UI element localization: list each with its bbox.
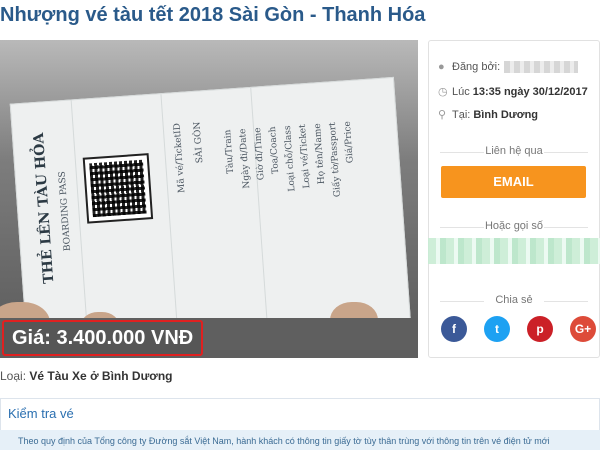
listing-photo[interactable]: THẺ LÊN TÀU HỎA BOARDING PASS Mã vé/Tick… [0,40,418,358]
email-button[interactable]: EMAIL [441,166,586,198]
category-prefix: Loại: [0,369,27,383]
price-label: Giá: 3.400.000 VNĐ [2,320,204,356]
check-ticket-note: Theo quy định của Tổng công ty Đường sắt… [0,430,600,450]
share-heading: Chia sẻ [428,294,600,306]
share-buttons: f t p G+ [441,316,596,342]
time-label: Lúc [452,85,470,98]
category-line: Loại: Vé Tàu Xe ở Bình Dương [0,369,172,383]
contact-heading: Liên hệ qua [428,145,600,157]
posted-by-label: Đăng bởi: [452,61,501,73]
category-link[interactable]: Vé Tàu Xe ở Bình Dương [29,369,172,383]
call-heading: Hoặc gọi số [428,220,600,232]
clock-icon: ◷ [438,86,448,98]
time-row: ◷ Lúc 13:35 ngày 30/12/2017 [438,85,588,99]
ticket-subtitle: BOARDING PASS [57,170,74,252]
phone-number-blurred[interactable] [428,238,600,264]
pinterest-share-button[interactable]: p [527,316,553,342]
posted-by-row: ● Đăng bởi: [438,61,579,73]
user-icon: ● [438,61,445,73]
time-value: 13:35 ngày 30/12/2017 [472,85,588,98]
location-value: Bình Dương [473,108,539,121]
location-label: Tại: [452,108,471,121]
qr-code-icon [82,153,154,224]
location-row: ⚲ Tại: Bình Dương [438,108,539,122]
check-ticket-title: Kiểm tra vé [8,406,74,421]
ticket-title: THẺ LÊN TÀU HỎA [30,132,58,285]
google-plus-share-button[interactable]: G+ [570,316,596,342]
page-title: Nhượng vé tàu tết 2018 Sài Gòn - Thanh H… [0,4,426,26]
facebook-share-button[interactable]: f [441,316,467,342]
map-pin-icon: ⚲ [438,109,447,121]
posted-by-name-blurred [504,61,579,73]
twitter-share-button[interactable]: t [484,316,510,342]
